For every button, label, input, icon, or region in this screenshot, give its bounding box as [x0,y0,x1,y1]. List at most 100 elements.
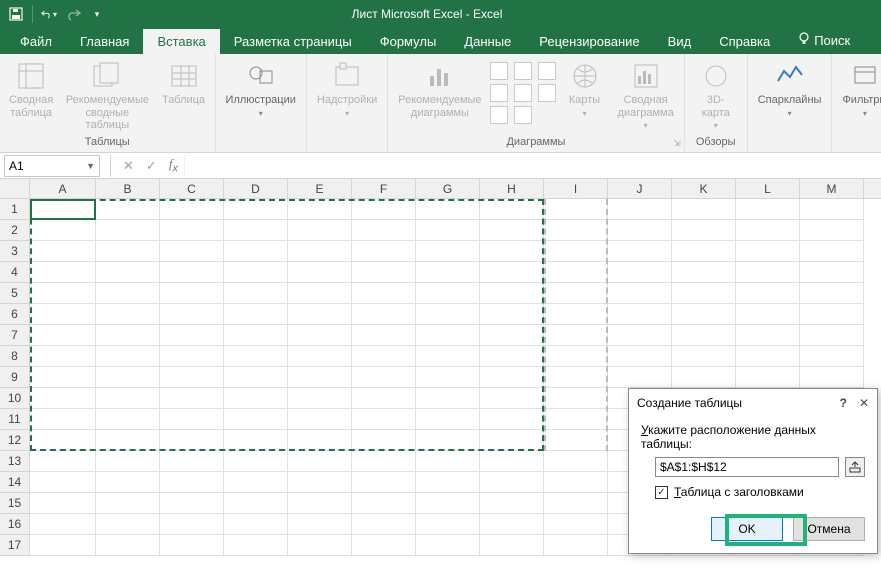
cell[interactable] [30,262,96,283]
cell[interactable] [160,514,224,535]
fx-icon[interactable]: fx [163,156,184,175]
cell[interactable] [96,493,160,514]
cell[interactable] [800,367,864,388]
column-header[interactable]: G [416,179,480,198]
cell[interactable] [416,493,480,514]
cell[interactable] [416,199,480,220]
cell[interactable] [352,304,416,325]
cell[interactable] [800,262,864,283]
cell[interactable] [416,409,480,430]
cell[interactable] [160,220,224,241]
cell[interactable] [736,367,800,388]
cell[interactable] [480,325,544,346]
column-header[interactable]: D [224,179,288,198]
cell[interactable] [96,283,160,304]
cell[interactable] [544,199,608,220]
cell[interactable] [416,367,480,388]
cell[interactable] [96,325,160,346]
row-header[interactable]: 12 [0,430,30,451]
cell[interactable] [544,220,608,241]
cell[interactable] [544,535,608,556]
cell[interactable] [224,430,288,451]
cell[interactable] [160,451,224,472]
cell[interactable] [160,199,224,220]
cell[interactable] [30,304,96,325]
cell[interactable] [480,388,544,409]
cell[interactable] [480,430,544,451]
cell[interactable] [224,409,288,430]
cell[interactable] [544,262,608,283]
cell[interactable] [224,535,288,556]
cell[interactable] [30,388,96,409]
cell[interactable] [416,304,480,325]
cell[interactable] [352,388,416,409]
cell[interactable] [288,262,352,283]
chart-type-icon[interactable] [490,84,508,102]
cell[interactable] [544,493,608,514]
pivot-table-button[interactable]: Сводная таблица [6,58,56,121]
cell[interactable] [608,241,672,262]
cell[interactable] [30,514,96,535]
cell[interactable] [416,430,480,451]
save-icon[interactable] [8,6,24,22]
cell[interactable] [224,325,288,346]
cell[interactable] [352,451,416,472]
filters-button[interactable]: Фильтры▾ [838,58,881,120]
cell[interactable] [544,514,608,535]
cell[interactable] [288,535,352,556]
tab-view[interactable]: Вид [654,29,706,54]
cell[interactable] [96,220,160,241]
cell[interactable] [30,325,96,346]
recommended-pivot-button[interactable]: Рекомендуемые сводные таблицы [60,58,154,134]
row-header[interactable]: 9 [0,367,30,388]
cell[interactable] [800,325,864,346]
cell[interactable] [416,451,480,472]
tab-file[interactable]: Файл [6,29,66,54]
cell[interactable] [672,262,736,283]
cell[interactable] [160,283,224,304]
cell[interactable] [800,220,864,241]
cell[interactable] [672,346,736,367]
cell[interactable] [96,367,160,388]
cell[interactable] [160,535,224,556]
cell[interactable] [288,514,352,535]
cell[interactable] [96,472,160,493]
cell[interactable] [224,220,288,241]
cell[interactable] [416,472,480,493]
cell[interactable] [288,493,352,514]
addins-button[interactable]: Надстройки▾ [313,58,381,120]
cell[interactable] [544,367,608,388]
cell[interactable] [224,472,288,493]
3d-map-button[interactable]: 3D- карта▾ [691,58,741,132]
cell[interactable] [544,409,608,430]
cell[interactable] [800,283,864,304]
cell[interactable] [30,199,96,220]
cell[interactable] [352,325,416,346]
cell[interactable] [736,199,800,220]
cell[interactable] [480,535,544,556]
column-header[interactable]: L [736,179,800,198]
cell[interactable] [480,199,544,220]
cell[interactable] [544,325,608,346]
cell[interactable] [96,346,160,367]
tab-insert[interactable]: Вставка [143,29,219,54]
cell[interactable] [352,346,416,367]
cell[interactable] [608,220,672,241]
row-header[interactable]: 13 [0,451,30,472]
undo-icon[interactable]: ▾ [41,6,57,22]
row-header[interactable]: 3 [0,241,30,262]
cell[interactable] [160,472,224,493]
cell[interactable] [30,346,96,367]
cell[interactable] [96,199,160,220]
cell[interactable] [416,283,480,304]
cell[interactable] [288,304,352,325]
sparklines-button[interactable]: Спарклайны▾ [754,58,826,120]
formula-input[interactable] [184,155,881,177]
cell[interactable] [608,283,672,304]
tab-help[interactable]: Справка [705,29,784,54]
cell[interactable] [96,304,160,325]
cell[interactable] [352,409,416,430]
illustrations-button[interactable]: Иллюстрации▾ [222,58,300,120]
cell[interactable] [544,346,608,367]
cell[interactable] [416,514,480,535]
